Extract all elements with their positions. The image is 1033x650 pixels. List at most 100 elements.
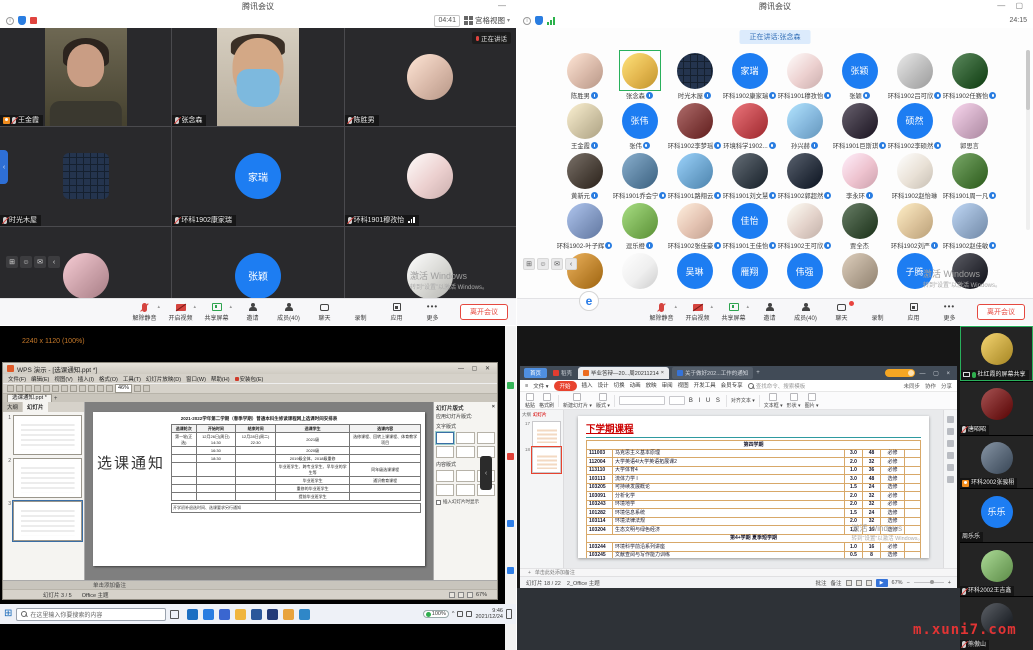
tool-版式[interactable]: 版式 ▾ (596, 393, 610, 409)
zoom-out-button[interactable]: − (907, 580, 910, 586)
sidebar-participant-tile[interactable]: 唐昭昭 (960, 382, 1033, 435)
participant-item[interactable]: 张颖张颖 (832, 50, 887, 100)
participant-item[interactable]: 子腾 (887, 250, 942, 300)
pane-icon-2[interactable] (947, 428, 954, 435)
layout-option[interactable] (456, 484, 474, 496)
start-button[interactable]: ⊞ (4, 609, 12, 619)
toolbar-members-button[interactable]: 成员(40) (272, 302, 305, 322)
taskbar-app-icon-5[interactable] (251, 609, 262, 620)
layout-icon[interactable]: ⊞ (6, 256, 18, 268)
chevron-up-icon[interactable]: ▴ (710, 304, 713, 310)
sidebar-participant-tile[interactable]: 乐乐周乐乐 (960, 489, 1033, 542)
close-icon[interactable]: × (492, 404, 495, 412)
sidebar-participant-tile[interactable]: 杜红霞的屏幕共享 (960, 326, 1033, 381)
tool-图片[interactable]: 图片 ▾ (805, 393, 819, 409)
leave-meeting-button[interactable]: 离开会议 (460, 304, 508, 320)
hamburger-icon[interactable]: ≡ (525, 383, 528, 389)
taskbar-app-icon-3[interactable] (219, 609, 230, 620)
window-controls[interactable]: — ▢ × (919, 370, 953, 377)
chevron-up-icon[interactable]: ▴ (229, 304, 232, 310)
ribbon-tab-2[interactable]: 插入 (582, 381, 593, 391)
menu-item[interactable]: 格式(O) (99, 375, 118, 383)
toolbar-invite-button[interactable]: 邀请 (236, 302, 269, 322)
participant-item[interactable]: 孙兴赫 (777, 100, 832, 150)
participant-item[interactable]: 环科1902王可欣 (777, 200, 832, 250)
participant-item[interactable]: 王金霞 (557, 100, 612, 150)
slide-thumbnail[interactable]: 2 (5, 458, 82, 498)
participant-item[interactable]: 雁翔 (722, 250, 777, 300)
document-tab[interactable]: 选课通知.ppt * (7, 394, 52, 402)
ribbon-tab-5[interactable]: 动画 (630, 381, 641, 391)
pane-tab[interactable]: 幻灯片 (23, 402, 48, 412)
participant-item[interactable]: 黄新元 (557, 150, 612, 200)
tab-active-document[interactable]: 毕业答辩—20...周20211214 × (578, 367, 669, 379)
side-panel-icon-red[interactable] (507, 453, 514, 460)
participant-item[interactable]: 环科1901穆孜怡 (777, 50, 832, 100)
participant-item[interactable]: 环科1902赵佳敏 (942, 200, 997, 250)
layout-option[interactable] (436, 484, 454, 496)
ribbon-tab-10[interactable]: 会员专享 (721, 381, 743, 391)
toolbar-cam-button[interactable]: 开启视频▴ (681, 302, 714, 322)
taskbar-app-icon-8[interactable] (299, 609, 310, 620)
participant-item[interactable]: 环境科学1902... (722, 100, 777, 150)
participant-item[interactable]: 时光木屋 (667, 50, 722, 100)
pane-icon-6[interactable] (947, 476, 954, 483)
menu-item[interactable]: 幻灯片放映(D) (146, 375, 181, 383)
show-on-insert-checkbox[interactable]: 插入幻灯片时显示 (436, 499, 495, 505)
security-shield-icon[interactable] (535, 16, 543, 25)
participant-item[interactable] (612, 250, 667, 300)
participant-item[interactable]: 环科1902任赛怡 (942, 50, 997, 100)
video-tile[interactable]: 王金霞 (0, 28, 171, 126)
toolbar-more-button[interactable]: •••更多 (416, 302, 449, 322)
font-size-select[interactable] (669, 396, 685, 405)
file-menu[interactable]: 文件 ▾ (533, 382, 548, 390)
slide-thumbnail[interactable]: 3 (5, 501, 82, 541)
comments-button[interactable]: 批注 (816, 579, 827, 587)
participant-item[interactable]: 逗乐橙 (612, 200, 667, 250)
participant-item[interactable] (832, 250, 887, 300)
slideshow-play-button[interactable]: ▶ (876, 579, 888, 587)
pane-tab[interactable]: 幻灯片 (533, 412, 547, 418)
menu-item[interactable]: 窗口(W) (186, 375, 206, 383)
ribbon-tab-4[interactable]: 切换 (614, 381, 625, 391)
account-button[interactable] (885, 369, 915, 377)
chat-mini-icon[interactable]: ✉ (34, 256, 46, 268)
task-view-icon[interactable] (170, 610, 179, 619)
tool-文本框[interactable]: 文本框 ▾ (764, 393, 783, 409)
menu-item[interactable]: 帮助(H) (211, 375, 230, 383)
layout-icon[interactable]: ⊞ (523, 258, 535, 270)
sidebar-drawer-handle[interactable]: ‹ (0, 150, 8, 184)
participant-item[interactable]: 环科1901路翔云 (667, 150, 722, 200)
security-shield-icon[interactable] (18, 16, 26, 25)
side-panel-icon-green[interactable] (507, 382, 514, 389)
ribbon-tab-9[interactable]: 开发工具 (694, 381, 716, 391)
video-tile[interactable]: 张念森 (172, 28, 343, 126)
participant-item[interactable]: 家瑞环科1902康家瑞 (722, 50, 777, 100)
participant-item[interactable]: 环科1902赵怡琳 (887, 150, 942, 200)
tab-home[interactable]: 首页 (524, 368, 547, 378)
taskbar-app-icon-4[interactable] (235, 609, 246, 620)
participant-item[interactable]: 硕然环科1902李硕然 (887, 100, 942, 150)
participant-item[interactable]: 伟强 (777, 250, 832, 300)
menu-item[interactable]: 编辑(E) (31, 375, 49, 383)
participant-item[interactable]: 环科1902郭超然 (777, 150, 832, 200)
emoji-icon[interactable]: ☺ (20, 256, 32, 268)
toolbar-share-button[interactable]: 共享屏幕▴ (717, 302, 750, 322)
taskbar-app-icon-6[interactable] (267, 609, 278, 620)
tool-格式刷[interactable]: 格式刷 (539, 393, 554, 409)
docked-panel-handle[interactable]: ‹ (480, 456, 492, 490)
chevron-up-icon[interactable]: ▴ (674, 304, 677, 310)
participant-item[interactable]: 环科1902李梦瑶 (667, 100, 722, 150)
action-分享[interactable]: 分享 (941, 382, 952, 390)
participant-item[interactable]: 张念森 (612, 50, 667, 100)
taskbar-app-icon-1[interactable] (187, 609, 198, 620)
info-icon[interactable]: i (523, 17, 531, 25)
toolbar-apps-button[interactable]: 应用 (897, 302, 930, 322)
tab-docer[interactable]: 稻壳 (550, 368, 575, 378)
pane-icon-5[interactable] (947, 464, 954, 471)
battery-icon[interactable]: 100% (423, 610, 449, 618)
toolbar-cam-button[interactable]: 开启视频▴ (164, 302, 197, 322)
participant-item[interactable]: 郭思言 (942, 100, 997, 150)
notification-icon[interactable] (506, 609, 512, 619)
participant-item[interactable]: 环科1902-叶子辉 (557, 200, 612, 250)
